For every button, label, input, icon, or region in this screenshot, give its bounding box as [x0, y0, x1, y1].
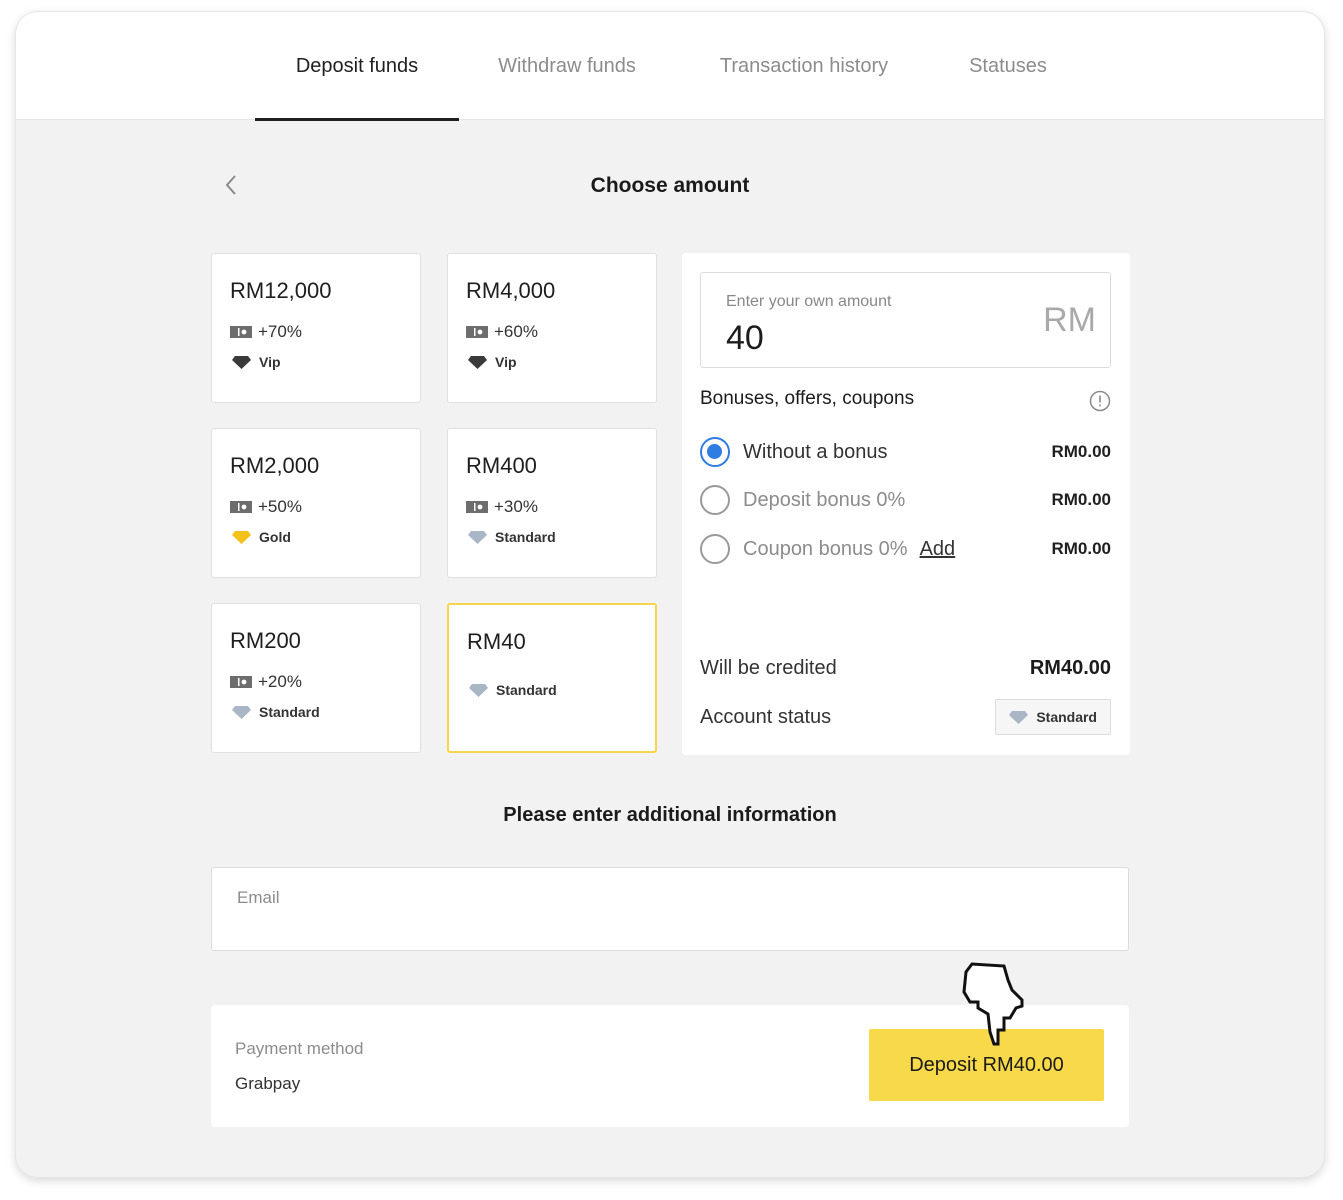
card-amount: RM2,000: [230, 453, 320, 478]
card-amount: RM400: [466, 453, 537, 478]
email-field[interactable]: Email: [211, 867, 1129, 951]
amount-card[interactable]: RM12,000 +70% Vip: [211, 253, 421, 403]
standard-diamond-icon: [468, 530, 487, 544]
card-bonus-value: +30%: [494, 497, 538, 516]
tab-statuses[interactable]: Statuses: [956, 12, 1060, 120]
radio-button[interactable]: [700, 437, 730, 467]
payment-method-label: Payment method: [235, 1039, 364, 1058]
credited-value: RM40.00: [1029, 657, 1111, 679]
credited-row: Will be credited RM40.00: [700, 657, 1111, 680]
bonus-option-value: RM0.00: [1051, 490, 1111, 509]
card-amount: RM4,000: [466, 278, 556, 303]
card-status-label: Standard: [496, 682, 557, 698]
ticket-icon: [230, 501, 252, 513]
card-bonus: +60%: [466, 322, 538, 342]
card-bonus-value: +60%: [494, 322, 538, 341]
ticket-icon: [466, 326, 488, 338]
card-status-label: Vip: [495, 354, 517, 370]
add-coupon-link[interactable]: Add: [920, 538, 956, 561]
status-badge: Standard: [995, 699, 1111, 735]
bonus-option-label: Coupon bonus 0%: [743, 537, 908, 560]
tab-transaction-history[interactable]: Transaction history: [704, 12, 904, 120]
card-bonus-value: +20%: [258, 672, 302, 691]
card-status: Standard: [468, 529, 556, 545]
custom-amount-label: Enter your own amount: [726, 293, 892, 310]
vip-diamond-icon: [232, 355, 251, 369]
amount-card[interactable]: RM400 +30% Standard: [447, 428, 657, 578]
deposit-window: Deposit funds Withdraw funds Transaction…: [16, 12, 1324, 1177]
custom-amount-currency: RM: [1043, 301, 1096, 339]
tab-withdraw-funds[interactable]: Withdraw funds: [482, 12, 652, 120]
ticket-icon: [466, 501, 488, 513]
standard-diamond-icon: [232, 705, 251, 719]
card-status: Standard: [469, 682, 557, 698]
card-status-label: Standard: [495, 529, 556, 545]
credited-label: Will be credited: [700, 657, 837, 679]
bonuses-title: Bonuses, offers, coupons: [700, 388, 915, 409]
card-bonus-value: +70%: [258, 322, 302, 341]
card-status: Standard: [232, 704, 320, 720]
card-bonus: +50%: [230, 497, 302, 517]
top-nav: Deposit funds Withdraw funds Transaction…: [16, 12, 1324, 121]
card-bonus: +20%: [230, 672, 302, 692]
card-status: Vip: [232, 354, 281, 370]
card-status: Gold: [232, 529, 291, 545]
radio-button[interactable]: [700, 534, 730, 564]
card-status-label: Vip: [259, 354, 281, 370]
bonus-option-label: Without a bonus: [743, 440, 888, 463]
email-placeholder: Email: [237, 888, 280, 907]
status-badge-label: Standard: [1036, 709, 1097, 725]
info-icon[interactable]: [1089, 390, 1111, 412]
ticket-icon: [230, 326, 252, 338]
bonus-panel: Enter your own amount 40 RM Bonuses, off…: [682, 253, 1130, 755]
bonus-option[interactable]: Without a bonus RM0.00: [700, 436, 1111, 468]
card-bonus: +70%: [230, 322, 302, 342]
bonus-option[interactable]: Deposit bonus 0% RM0.00: [700, 484, 1111, 516]
additional-info-title: Please enter additional information: [503, 804, 837, 826]
amount-card[interactable]: RM4,000 +60% Vip: [447, 253, 657, 403]
gold-diamond-icon: [232, 530, 251, 544]
custom-amount-value: 40: [726, 319, 764, 357]
card-amount: RM12,000: [230, 278, 332, 303]
standard-diamond-icon: [1009, 710, 1029, 724]
radio-button[interactable]: [700, 485, 730, 515]
card-status: Vip: [468, 354, 517, 370]
ticket-icon: [230, 676, 252, 688]
bonus-option-value: RM0.00: [1051, 442, 1111, 461]
standard-diamond-icon: [469, 683, 488, 697]
card-amount: RM40: [467, 629, 526, 654]
hand-pointer-icon: [962, 962, 1024, 1046]
card-status-label: Standard: [259, 704, 320, 720]
card-bonus: +30%: [466, 497, 538, 517]
account-status-label: Account status: [700, 705, 832, 728]
tab-deposit-funds[interactable]: Deposit funds: [255, 12, 459, 121]
bonus-option-label: Deposit bonus 0%: [743, 488, 906, 511]
amount-card-selected[interactable]: RM40 Standard: [447, 603, 657, 753]
card-bonus-value: +50%: [258, 497, 302, 516]
payment-method-value: Grabpay: [235, 1074, 301, 1093]
amount-card[interactable]: RM200 +20% Standard: [211, 603, 421, 753]
bonus-option-value: RM0.00: [1051, 539, 1111, 558]
vip-diamond-icon: [468, 355, 487, 369]
account-status-row: Account status Standard: [700, 699, 1111, 735]
bonus-option[interactable]: Coupon bonus 0% Add RM0.00: [700, 533, 1111, 565]
card-amount: RM200: [230, 628, 301, 653]
custom-amount-input[interactable]: Enter your own amount 40 RM: [700, 272, 1111, 368]
card-status-label: Gold: [259, 529, 291, 545]
page-title: Choose amount: [590, 174, 750, 197]
amount-card[interactable]: RM2,000 +50% Gold: [211, 428, 421, 578]
